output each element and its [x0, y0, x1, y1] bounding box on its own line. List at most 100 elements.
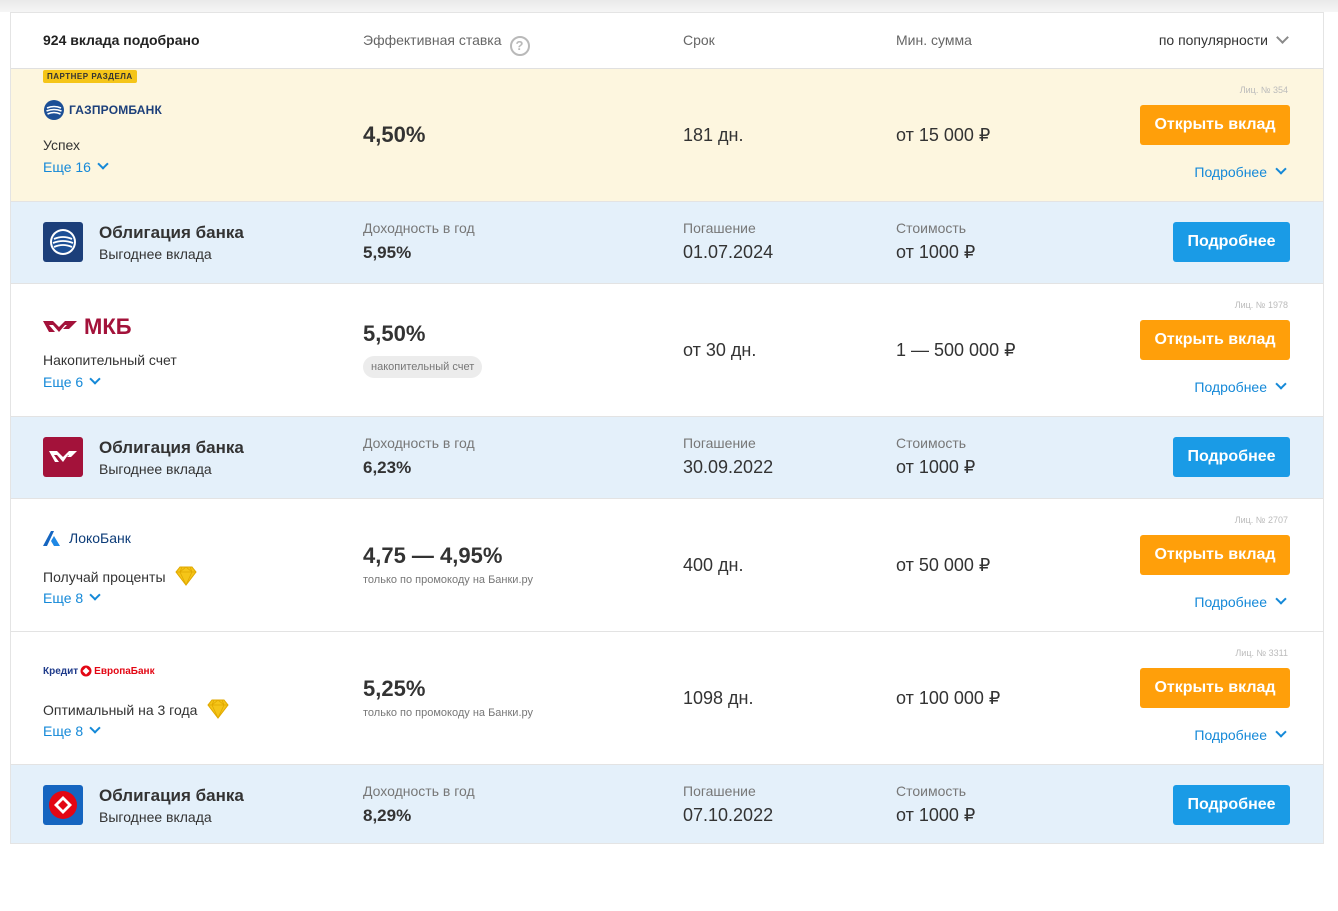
bank-logo-lokobank[interactable]: ЛокоБанк [43, 530, 131, 546]
maturity-value: 30.09.2022 [683, 457, 774, 477]
details-link[interactable]: Подробнее [1194, 726, 1287, 743]
chevron-down-icon [89, 589, 101, 601]
rate-column-header[interactable]: Эффективная ставка? [363, 32, 530, 56]
product-tag: накопительный счет [363, 356, 483, 378]
rate-column-label: Эффективная ставка [363, 32, 502, 48]
product-name[interactable]: Успех [43, 137, 80, 153]
min-sum-value: от 50 000 ₽ [896, 555, 991, 575]
rate-value: 4,75 — 4,95% [363, 543, 503, 568]
maturity-value: 07.10.2022 [683, 805, 774, 825]
deposit-row-gazprombank[interactable]: ПАРТНЕР РАЗДЕЛА ГАЗПРОМБАНК Успех Еще 16… [11, 69, 1323, 202]
bond-bank-logo [43, 437, 83, 477]
credit-europe-logo-icon [80, 665, 92, 677]
bond-title: Облигация банка [99, 223, 244, 242]
bond-row[interactable]: Облигация банка Выгоднее вклада Доходнос… [11, 765, 1323, 843]
credit-europe-logo-icon [49, 791, 77, 819]
list-header: 924 вклада подобрано Эффективная ставка?… [11, 13, 1323, 69]
chevron-down-icon [1275, 726, 1287, 738]
bond-subtitle: Выгоднее вклада [99, 246, 212, 262]
bank-name: МКБ [84, 314, 132, 339]
details-label: Подробнее [1194, 164, 1267, 180]
more-products-link[interactable]: Еще 6 [43, 373, 101, 390]
promo-note: только по промокоду на Банки.ру [363, 707, 534, 719]
mkb-logo-icon [49, 451, 77, 462]
deposit-row-credit-europe-bank[interactable]: Кредит ЕвропаБанк Оптимальный на 3 года … [11, 632, 1323, 765]
min-sum-value: от 100 000 ₽ [896, 688, 1001, 708]
bond-subtitle: Выгоднее вклада [99, 809, 212, 825]
bond-bank-logo [43, 222, 83, 262]
more-label: Еще 8 [43, 590, 84, 606]
min-sum-column-header[interactable]: Мин. сумма [896, 32, 972, 48]
bond-details-button[interactable]: Подробнее [1173, 222, 1290, 262]
open-deposit-button[interactable]: Открыть вклад [1140, 668, 1290, 708]
yield-label: Доходность в год [363, 435, 475, 451]
cost-value: от 1000 ₽ [896, 805, 976, 825]
product-name-row[interactable]: Оптимальный на 3 года [43, 699, 229, 719]
more-products-link[interactable]: Еще 8 [43, 589, 101, 606]
cost-value: от 1000 ₽ [896, 457, 976, 477]
open-deposit-button[interactable]: Открыть вклад [1140, 320, 1290, 360]
more-products-link[interactable]: Еще 8 [43, 722, 101, 739]
details-link[interactable]: Подробнее [1194, 593, 1287, 610]
gazprombank-logo-icon [44, 100, 64, 120]
chevron-down-icon [1275, 163, 1287, 175]
bond-row[interactable]: Облигация банка Выгоднее вклада Доходнос… [11, 417, 1323, 499]
yield-label: Доходность в год [363, 783, 475, 799]
cost-label: Стоимость [896, 435, 967, 451]
details-label: Подробнее [1194, 379, 1267, 395]
bank-name: ГАЗПРОМБАНК [69, 103, 163, 117]
yield-label: Доходность в год [363, 220, 475, 236]
help-icon[interactable]: ? [509, 36, 530, 56]
chevron-down-icon [97, 158, 109, 170]
lokobank-logo-icon [43, 531, 60, 546]
deposits-list: 924 вклада подобрано Эффективная ставка?… [10, 12, 1324, 844]
bank-name: ЛокоБанк [69, 530, 131, 546]
product-name-row[interactable]: Получай проценты [43, 566, 198, 586]
cost-label: Стоимость [896, 783, 967, 799]
gazprombank-logo-icon [50, 229, 76, 255]
bond-subtitle: Выгоднее вклада [99, 461, 212, 477]
deposit-row-mkb[interactable]: МКБ Накопительный счет Еще 6 5,50% накоп… [11, 284, 1323, 417]
rate-value: 5,50% [363, 321, 426, 346]
term-column-header[interactable]: Срок [683, 32, 715, 48]
deposit-row-lokobank[interactable]: ЛокоБанк Получай проценты Еще 8 4,75 — 4… [11, 499, 1323, 632]
cost-value: от 1000 ₽ [896, 242, 976, 262]
sort-dropdown[interactable]: по популярности [1158, 31, 1289, 48]
bank-logo-mkb[interactable]: МКБ [43, 314, 132, 340]
bank-logo-credit-europe-bank[interactable]: Кредит ЕвропаБанк [43, 665, 155, 677]
bond-details-button[interactable]: Подробнее [1173, 785, 1290, 825]
open-deposit-button[interactable]: Открыть вклад [1140, 105, 1290, 145]
bank-name-part-1: Кредит [43, 665, 79, 677]
details-link[interactable]: Подробнее [1194, 163, 1287, 180]
diamond-icon [207, 699, 229, 719]
term-value: 400 дн. [683, 555, 744, 575]
sort-value: по популярности [1158, 32, 1268, 48]
chevron-down-icon [89, 373, 101, 385]
min-sum-value: от 15 000 ₽ [896, 125, 991, 145]
bond-row[interactable]: Облигация банка Выгоднее вклада Доходнос… [11, 202, 1323, 284]
top-shade [0, 0, 1338, 12]
yield-value: 6,23% [363, 458, 412, 477]
details-label: Подробнее [1194, 727, 1267, 743]
bank-name-part-2: ЕвропаБанк [94, 665, 155, 677]
chevron-down-icon [1275, 378, 1287, 390]
details-link[interactable]: Подробнее [1194, 378, 1287, 395]
diamond-icon [175, 566, 198, 586]
maturity-value: 01.07.2024 [683, 242, 774, 262]
more-label: Еще 16 [43, 159, 91, 175]
maturity-label: Погашение [683, 435, 756, 451]
product-name[interactable]: Накопительный счет [43, 352, 177, 368]
yield-value: 5,95% [363, 243, 412, 262]
min-sum-value: 1 — 500 000 ₽ [896, 340, 1016, 360]
product-name: Оптимальный на 3 года [43, 702, 198, 718]
product-name: Получай проценты [43, 569, 166, 585]
bond-title: Облигация банка [99, 786, 244, 805]
term-value: 1098 дн. [683, 688, 754, 708]
cost-label: Стоимость [896, 220, 967, 236]
more-products-link[interactable]: Еще 16 [43, 158, 109, 175]
chevron-down-icon [1276, 31, 1289, 44]
term-value: от 30 дн. [683, 340, 757, 360]
bank-logo-gazprombank[interactable]: ГАЗПРОМБАНК [43, 99, 162, 121]
bond-details-button[interactable]: Подробнее [1173, 437, 1290, 477]
open-deposit-button[interactable]: Открыть вклад [1140, 535, 1290, 575]
